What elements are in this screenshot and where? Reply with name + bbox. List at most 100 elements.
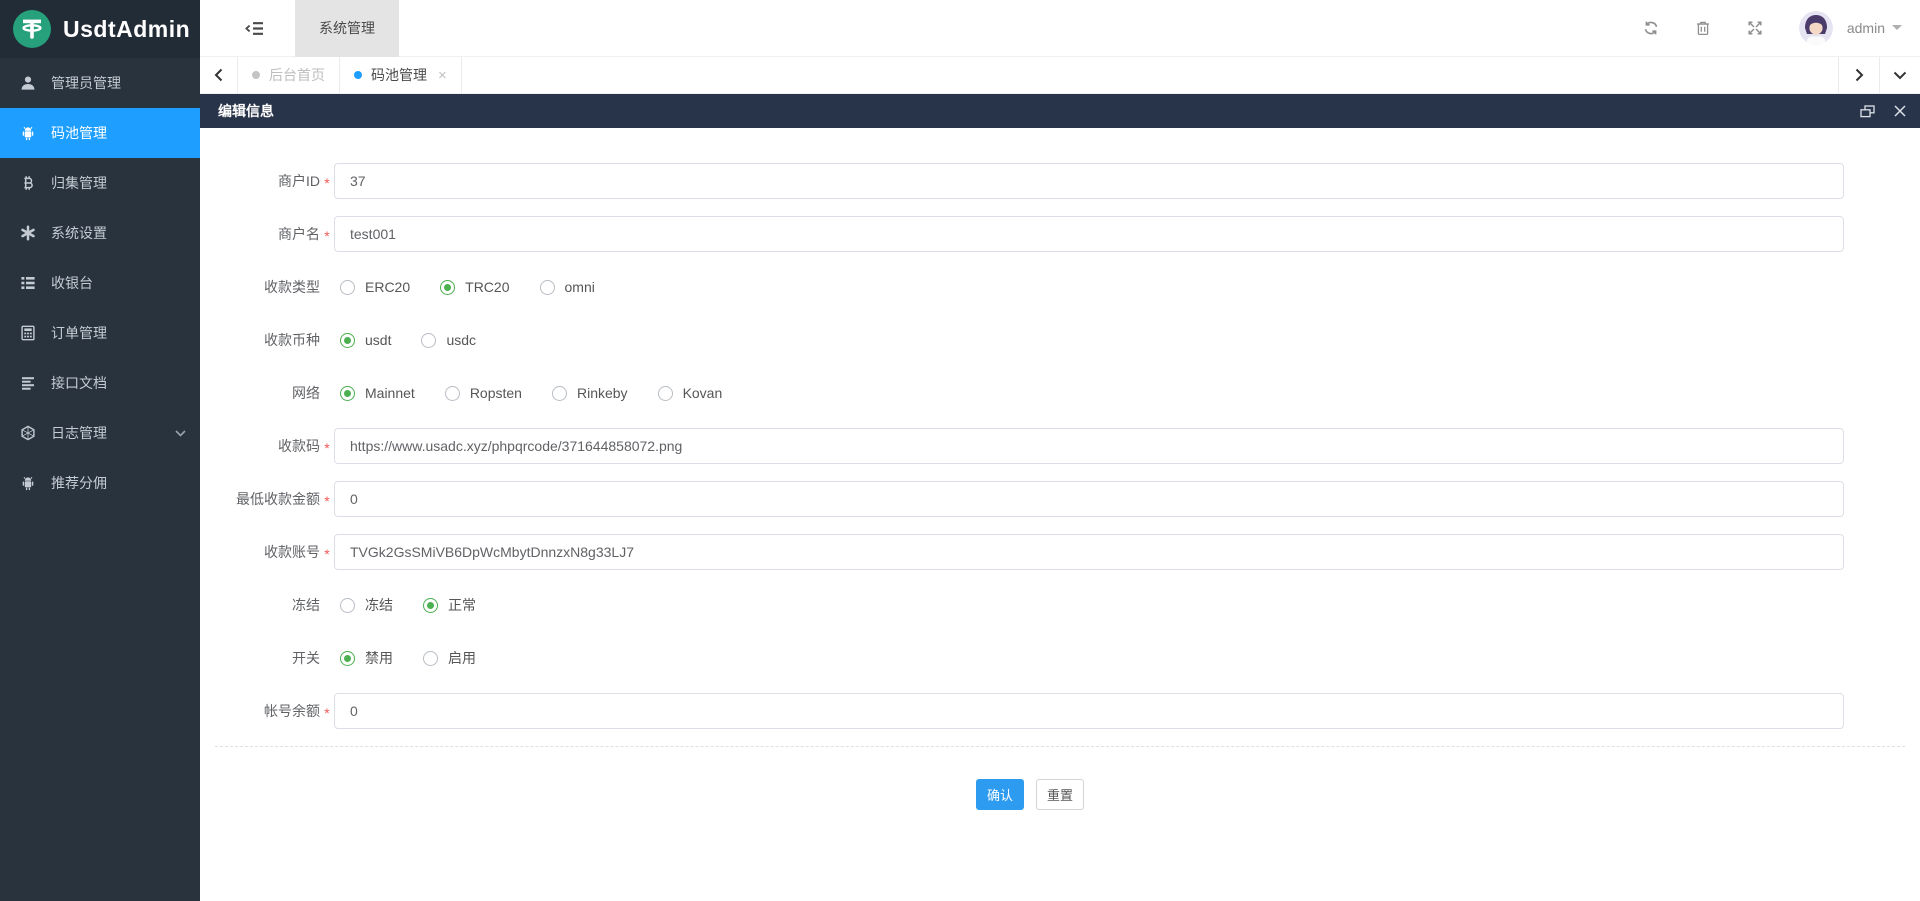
tab-close-icon[interactable]: × — [438, 68, 447, 83]
sidebar-item-label: 码池管理 — [51, 125, 107, 141]
tab-pool[interactable]: 码池管理 × — [340, 57, 462, 93]
radio-payment-currency-usdc[interactable]: usdc — [421, 332, 476, 348]
required-asterisk: * — [324, 228, 330, 244]
sidebar-item-cashier[interactable]: 收银台 — [0, 258, 200, 308]
trash-icon[interactable] — [1695, 20, 1711, 36]
sidebar-item-admin-management[interactable]: 管理员管理 — [0, 58, 200, 108]
sidebar: UsdtAdmin 管理员管理码池管理归集管理 系统设置 收银台 订单管理接口文档日志… — [0, 0, 200, 901]
required-asterisk: * — [324, 546, 330, 562]
required-asterisk: * — [324, 175, 330, 191]
panel-tools — [1860, 104, 1906, 118]
radio-circle — [539, 279, 555, 295]
field-label: 开关 — [292, 650, 320, 666]
radio-label: Rinkeby — [576, 385, 628, 401]
radio-label: omni — [564, 279, 595, 295]
restore-window-icon[interactable] — [1860, 104, 1875, 118]
sidebar-item-system-settings[interactable]: 系统设置 — [0, 208, 200, 258]
merchant-id-input[interactable] — [334, 163, 1844, 199]
fullscreen-icon[interactable] — [1747, 20, 1763, 36]
radio-label: Mainnet — [365, 385, 415, 401]
tab-home[interactable]: 后台首页 — [238, 57, 340, 93]
radio-circle — [440, 279, 456, 295]
sidebar-item-log-management[interactable]: 日志管理 — [0, 408, 200, 458]
form-row-account-balance: 帐号余额 * — [200, 693, 1920, 729]
hexagon-icon — [20, 425, 36, 441]
field-label: 收款币种 — [264, 332, 320, 348]
payment-currency-radio-group: usdt usdc — [334, 332, 506, 348]
radio-circle — [423, 650, 438, 666]
tabs-scroll-right[interactable] — [1838, 57, 1879, 93]
payment-type-radio-group: ERC20 TRC20 omni — [334, 279, 625, 295]
radio-freeze-正常[interactable]: 正常 — [423, 595, 476, 615]
tab-label: 码池管理 — [371, 67, 427, 83]
confirm-button[interactable]: 确认 — [975, 779, 1024, 810]
panel-title: 编辑信息 — [218, 103, 274, 119]
app-logo: UsdtAdmin — [0, 0, 200, 58]
sidebar-item-label: 日志管理 — [51, 425, 107, 441]
field-label: 帐号余额 — [264, 703, 320, 719]
sidebar-item-pool-management[interactable]: 码池管理 — [0, 108, 200, 158]
required-asterisk: * — [324, 493, 330, 509]
merchant-name-input[interactable] — [334, 216, 1844, 252]
refresh-icon[interactable] — [1643, 20, 1659, 36]
tabs-bar: 后台首页 码池管理 × — [200, 57, 1920, 94]
sidebar-item-referral-commission[interactable]: 推荐分佣 — [0, 458, 200, 508]
form-row-payment-account: 收款账号 * — [200, 534, 1920, 570]
min-amount-input[interactable] — [334, 481, 1844, 517]
radio-network-Ropsten[interactable]: Ropsten — [444, 385, 522, 401]
form-row-payment-currency: 收款币种*usdtusdc — [200, 322, 1920, 358]
radio-circle — [423, 597, 438, 613]
collapse-menu-icon[interactable] — [245, 20, 264, 37]
radio-inner-dot — [344, 654, 351, 662]
form-row-freeze: 冻结*冻结正常 — [200, 587, 1920, 623]
sidebar-item-label: 接口文档 — [51, 375, 107, 391]
radio-label: usdc — [446, 332, 477, 348]
list-icon — [20, 275, 36, 291]
payment-code-input[interactable] — [334, 428, 1844, 464]
payment-account-input[interactable] — [334, 534, 1844, 570]
radio-circle — [551, 385, 567, 401]
sidebar-item-collect-management[interactable]: 归集管理 — [0, 158, 200, 208]
caret-down-icon[interactable] — [1892, 25, 1902, 35]
radio-switch-启用[interactable]: 启用 — [423, 648, 476, 668]
panel-header: 编辑信息 — [200, 94, 1920, 128]
radio-label: 启用 — [448, 650, 476, 666]
avatar[interactable] — [1798, 11, 1833, 45]
radio-payment-currency-usdt[interactable]: usdt — [340, 332, 391, 348]
reset-button[interactable]: 重置 — [1036, 779, 1085, 810]
close-icon[interactable] — [1894, 105, 1906, 117]
radio-circle — [340, 650, 355, 666]
radio-payment-type-ERC20[interactable]: ERC20 — [340, 279, 410, 295]
form-buttons: 确认 重置 — [200, 779, 1860, 810]
required-asterisk: * — [324, 705, 330, 721]
radio-inner-dot — [444, 283, 452, 291]
user-name[interactable]: admin — [1847, 20, 1885, 36]
topnav-tab-system[interactable]: 系统管理 — [295, 0, 399, 57]
radio-payment-type-TRC20[interactable]: TRC20 — [440, 279, 510, 295]
radio-inner-dot — [344, 336, 351, 344]
tabs-menu-toggle[interactable] — [1879, 57, 1920, 93]
radio-network-Rinkeby[interactable]: Rinkeby — [551, 385, 628, 401]
radio-freeze-冻结[interactable]: 冻结 — [340, 595, 393, 615]
tabs-scroll-left[interactable] — [200, 57, 238, 93]
tab-status-dot — [252, 71, 260, 79]
radio-payment-type-omni[interactable]: omni — [539, 279, 595, 295]
radio-switch-禁用[interactable]: 禁用 — [340, 648, 393, 668]
doc-lines-icon — [20, 375, 36, 391]
sidebar-item-order-management[interactable]: 订单管理 — [0, 308, 200, 358]
app-title: UsdtAdmin — [63, 15, 191, 42]
radio-circle — [444, 385, 460, 401]
dashed-divider — [215, 746, 1905, 747]
freeze-radio-group: 冻结 正常 — [334, 595, 506, 615]
radio-circle — [340, 385, 355, 401]
android-icon — [20, 475, 36, 491]
bitcoin-icon — [20, 175, 36, 191]
radio-network-Mainnet[interactable]: Mainnet — [340, 385, 415, 401]
field-label: 商户ID — [278, 173, 320, 189]
form-row-merchant-name: 商户名 * — [200, 216, 1920, 252]
radio-network-Kovan[interactable]: Kovan — [657, 385, 723, 401]
account-balance-input[interactable] — [334, 693, 1844, 729]
sidebar-item-api-docs[interactable]: 接口文档 — [0, 358, 200, 408]
field-label: 最低收款金额 — [236, 491, 320, 507]
radio-label: Kovan — [682, 385, 723, 401]
